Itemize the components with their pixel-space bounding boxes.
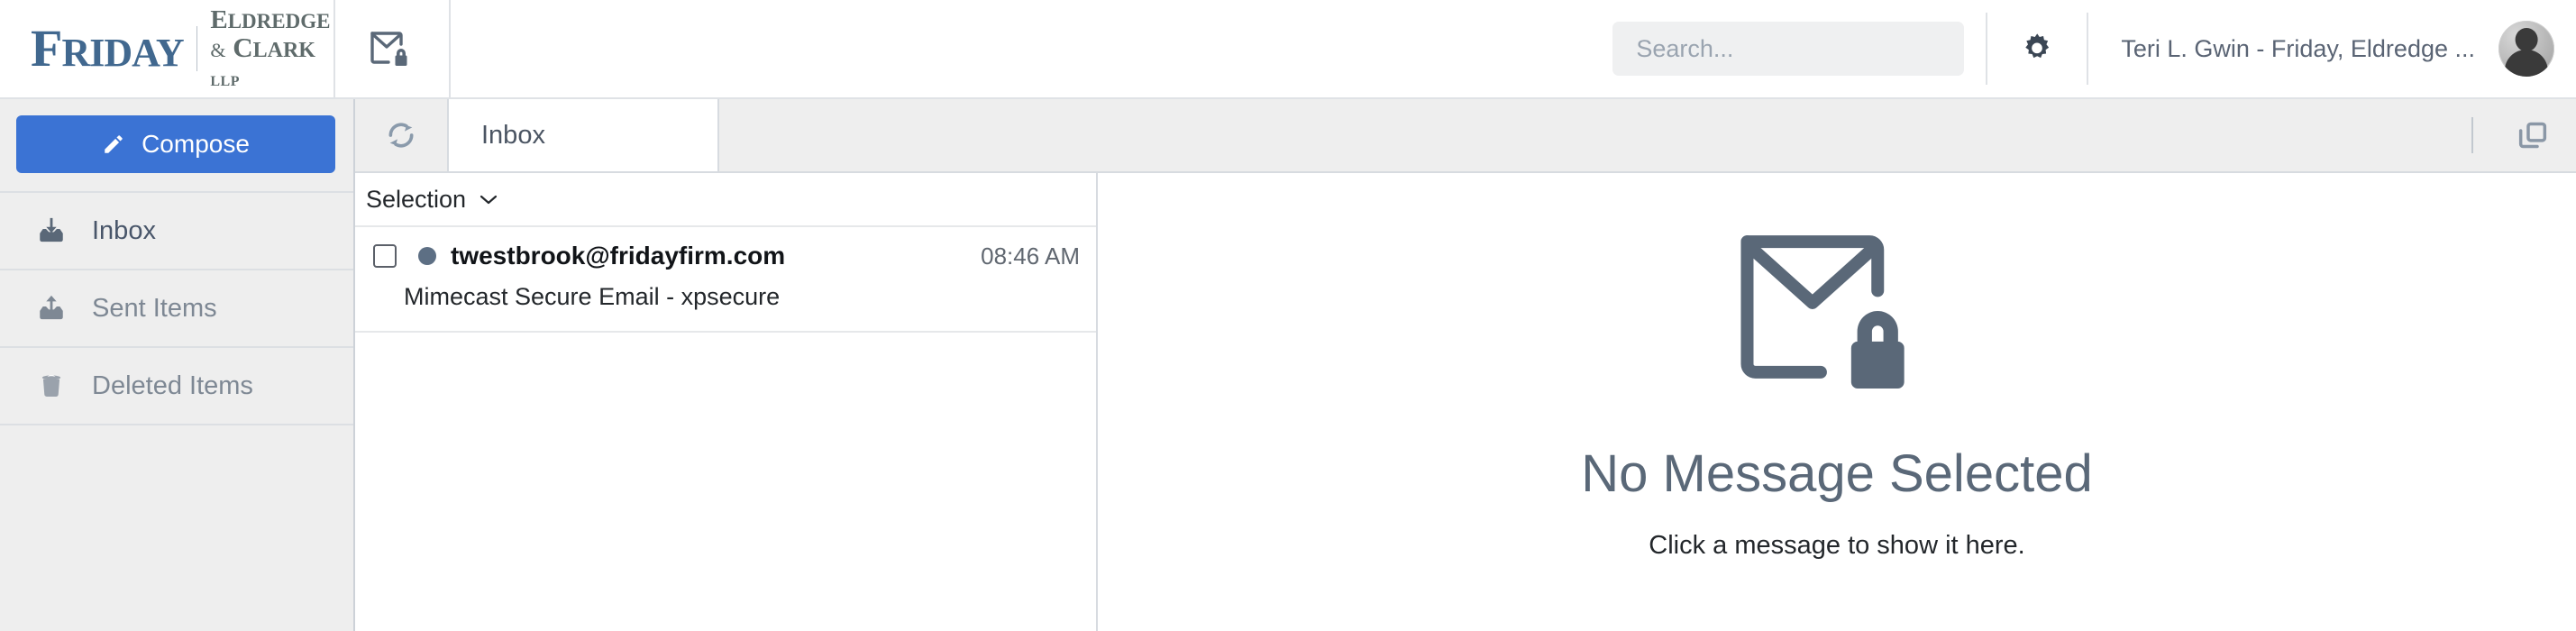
brand-logo: FRIDAY ELDREDGE & CLARK LLP — [0, 0, 333, 97]
sidebar-item-label: Inbox — [92, 215, 156, 245]
logo-secondary: ELDREDGE & CLARK LLP — [210, 5, 333, 91]
trash-icon — [34, 370, 69, 401]
logo-clark-text: & CLARK LLP — [210, 32, 315, 89]
toolbar-separator — [2471, 117, 2473, 153]
message-sender: twestbrook@fridayfirm.com — [451, 242, 786, 270]
unread-indicator — [418, 247, 436, 265]
sent-icon — [34, 293, 69, 324]
envelope-lock-icon — [1740, 235, 1905, 389]
sidebar-item-label: Deleted Items — [92, 370, 253, 400]
refresh-button[interactable] — [355, 99, 449, 171]
envelope-lock-icon — [370, 32, 407, 66]
user-name-label: Teri L. Gwin - Friday, Eldredge ... — [2121, 34, 2475, 62]
main-area: Inbox Selection twestbrook@fridayfirm.co… — [355, 99, 2576, 631]
empty-state-subtitle: Click a message to show it here. — [1649, 531, 2025, 560]
logo-friday-text: FRIDAY — [31, 19, 185, 78]
message-time: 08:46 AM — [981, 242, 1080, 270]
sidebar-item-sent-items[interactable]: Sent Items — [0, 270, 353, 348]
chevron-down-icon[interactable] — [479, 193, 498, 206]
sidebar-item-label: Sent Items — [92, 293, 217, 323]
sidebar-item-inbox[interactable]: Inbox — [0, 193, 353, 270]
message-subject: Mimecast Secure Email - xpsecure — [404, 283, 781, 310]
table-row[interactable]: twestbrook@fridayfirm.com 08:46 AM Mimec… — [355, 227, 1096, 333]
search-box[interactable] — [1612, 22, 1965, 76]
restore-window-button[interactable] — [2515, 117, 2551, 153]
compose-button[interactable]: Compose — [16, 115, 335, 173]
user-menu[interactable]: Teri L. Gwin - Friday, Eldredge ... — [2088, 0, 2576, 97]
restore-window-icon[interactable] — [2515, 117, 2551, 153]
search-area — [1612, 0, 1986, 97]
secure-mail-badge — [333, 0, 451, 97]
tab-inbox[interactable]: Inbox — [449, 99, 719, 171]
inbox-icon — [34, 215, 69, 246]
tab-label: Inbox — [481, 120, 545, 150]
header-spacer — [451, 0, 1612, 97]
compose-cell: Compose — [0, 99, 353, 193]
logo-eldredge-text: ELDREDGE — [210, 5, 331, 34]
logo-divider — [196, 26, 198, 71]
avatar[interactable] — [2498, 21, 2554, 77]
firm-logo: FRIDAY ELDREDGE & CLARK LLP — [31, 6, 333, 88]
message-list-empty-space — [355, 333, 1096, 631]
empty-state-icon-wrap — [1733, 225, 1941, 401]
avatar-body — [2504, 50, 2549, 77]
sidebar: Compose Inbox Sent Items Deleted Items — [0, 99, 355, 631]
app-body: Compose Inbox Sent Items Deleted Items I… — [0, 99, 2576, 631]
empty-state-title: No Message Selected — [1581, 444, 2093, 503]
message-list-pane: Selection twestbrook@fridayfirm.com 08:4… — [355, 173, 1098, 631]
settings-button[interactable] — [1987, 0, 2087, 97]
sidebar-empty-space — [0, 425, 353, 631]
avatar-head — [2515, 28, 2538, 52]
toolbar-actions — [2471, 99, 2576, 171]
compose-label: Compose — [142, 130, 250, 158]
sidebar-item-deleted-items[interactable]: Deleted Items — [0, 348, 353, 425]
gear-icon[interactable] — [2019, 31, 2055, 67]
content-panes: Selection twestbrook@fridayfirm.com 08:4… — [355, 173, 2576, 631]
message-checkbox[interactable] — [373, 244, 397, 268]
selection-label: Selection — [366, 185, 467, 213]
pencil-icon — [105, 135, 123, 153]
refresh-icon[interactable] — [383, 117, 419, 153]
search-input[interactable] — [1636, 34, 1956, 63]
logo-friday-small: RIDAY — [61, 31, 184, 75]
mail-app: FRIDAY ELDREDGE & CLARK LLP Search... Te… — [0, 0, 2576, 631]
message-row-top: twestbrook@fridayfirm.com 08:46 AM — [373, 242, 1080, 270]
toolbar: Inbox — [355, 99, 2576, 173]
reading-pane: No Message Selected Click a message to s… — [1098, 173, 2576, 631]
app-header: FRIDAY ELDREDGE & CLARK LLP Search... Te… — [0, 0, 2576, 99]
selection-dropdown[interactable]: Selection — [355, 173, 1096, 227]
